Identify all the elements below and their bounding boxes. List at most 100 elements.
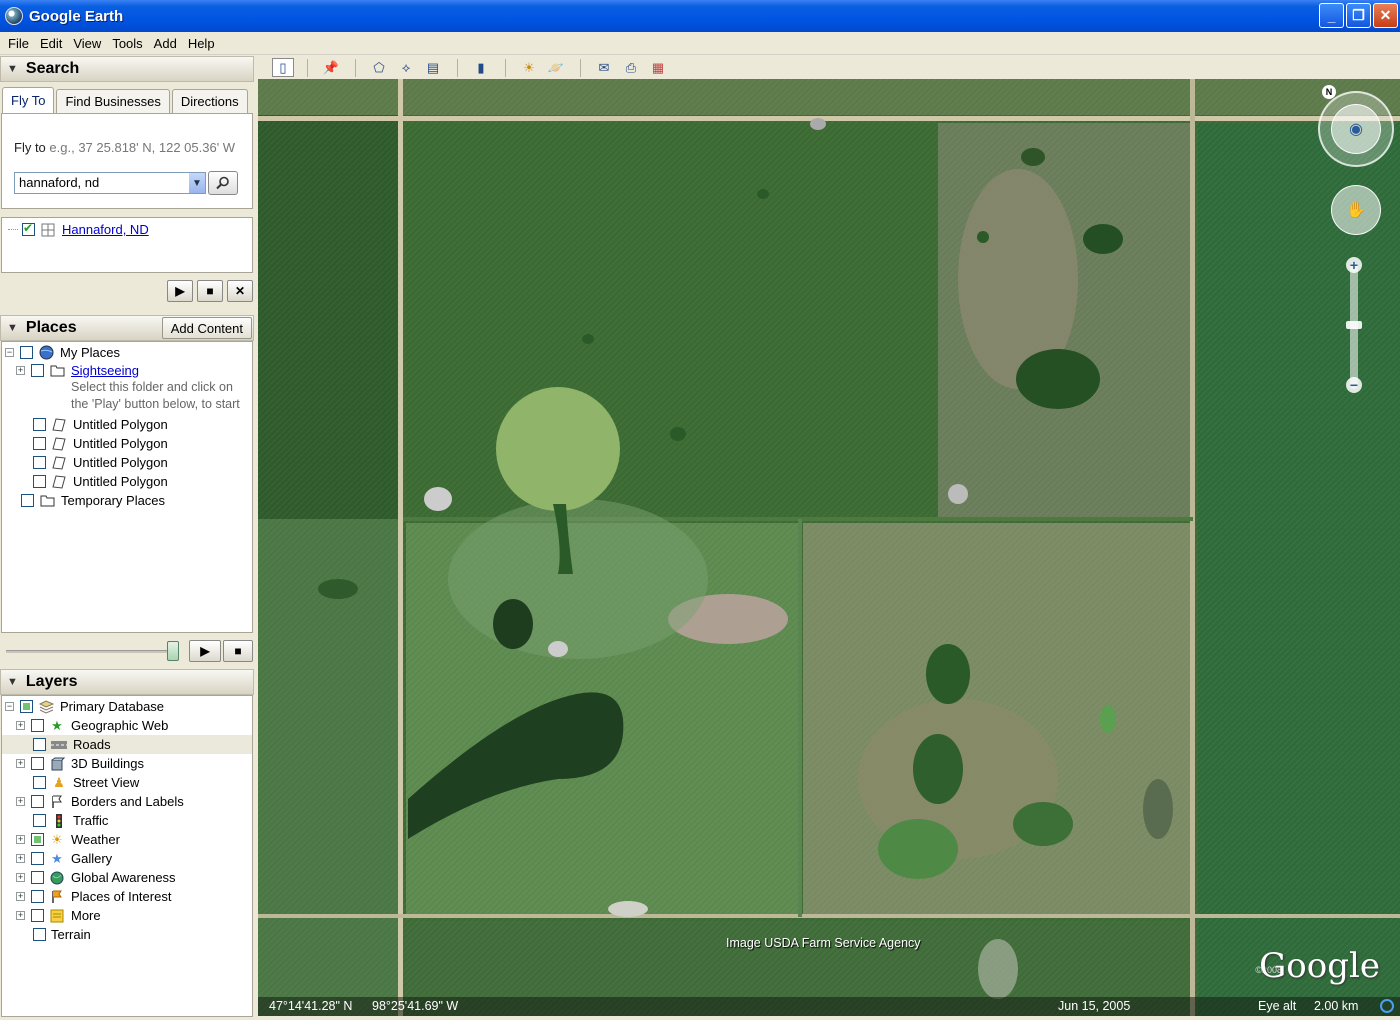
collapse-icon[interactable]: − [5, 702, 14, 711]
zoom-in-icon[interactable]: + [1346, 257, 1362, 273]
eye-icon[interactable]: ◉ [1331, 104, 1381, 154]
expand-icon[interactable]: + [16, 892, 25, 901]
sky-planet-icon[interactable]: 🪐 [545, 58, 567, 77]
layer-geographic-web[interactable]: + ★ Geographic Web [16, 716, 168, 735]
tree-item-my-places[interactable]: − My Places [5, 343, 120, 362]
tab-fly-to[interactable]: Fly To [2, 87, 55, 113]
chevron-down-icon[interactable]: ▼ [189, 173, 205, 193]
zoom-out-icon[interactable]: − [1346, 377, 1362, 393]
layer-checkbox[interactable] [33, 776, 46, 789]
layer-3d-buildings[interactable]: + 3D Buildings [16, 754, 144, 773]
expand-icon[interactable]: + [16, 759, 25, 768]
layer-roads[interactable]: Roads [2, 735, 252, 754]
layer-checkbox[interactable] [33, 928, 46, 941]
add-path-icon[interactable]: ⟡ [395, 58, 417, 77]
layer-gallery[interactable]: + ★ Gallery [16, 849, 112, 868]
map-view[interactable]: Image USDA Farm Service Agency ©2008 Goo… [258, 79, 1400, 1016]
menu-edit[interactable]: Edit [36, 36, 69, 51]
expand-icon[interactable]: + [16, 911, 25, 920]
collapse-triangle-icon[interactable]: ▼ [7, 322, 18, 334]
collapse-triangle-icon[interactable]: ▼ [7, 63, 18, 75]
tree-item-label[interactable]: Sightseeing [71, 363, 139, 378]
expand-icon[interactable]: + [16, 797, 25, 806]
expand-icon[interactable]: + [16, 873, 25, 882]
ruler-icon[interactable]: ▮ [470, 58, 492, 77]
layer-global-awareness[interactable]: + Global Awareness [16, 868, 176, 887]
search-button[interactable] [208, 171, 238, 195]
layer-checkbox[interactable] [20, 700, 33, 713]
collapse-triangle-icon[interactable]: ▼ [7, 676, 18, 688]
menu-add[interactable]: Add [150, 36, 184, 51]
tree-checkbox[interactable] [33, 437, 46, 450]
north-indicator[interactable]: N [1322, 85, 1336, 99]
google-maps-icon[interactable]: ▦ [647, 58, 669, 77]
fly-to-input[interactable]: hannaford, nd ▼ [14, 172, 206, 194]
add-content-button[interactable]: Add Content [161, 317, 252, 339]
menu-help[interactable]: Help [184, 36, 222, 51]
minimize-button[interactable]: _ [1319, 3, 1344, 28]
tree-item-temporary-places[interactable]: Temporary Places [21, 491, 165, 510]
tab-find-businesses[interactable]: Find Businesses [56, 89, 170, 113]
places-panel-header[interactable]: ▼ Places Add Content [0, 315, 254, 341]
play-icon[interactable]: ▶ [189, 640, 221, 662]
sunlight-icon[interactable]: ☀ [518, 58, 540, 77]
expand-icon[interactable]: + [16, 721, 25, 730]
tree-item-polygon[interactable]: Untitled Polygon [33, 453, 168, 472]
result-checkbox[interactable] [22, 221, 35, 236]
layer-terrain[interactable]: Terrain [33, 925, 91, 944]
layer-checkbox[interactable] [33, 814, 46, 827]
tree-checkbox[interactable] [20, 346, 33, 359]
tree-checkbox[interactable] [33, 475, 46, 488]
tree-checkbox[interactable] [31, 364, 44, 377]
tree-item-polygon[interactable]: Untitled Polygon [33, 472, 168, 491]
close-button[interactable]: ✕ [1373, 3, 1398, 28]
stop-icon[interactable]: ■ [197, 280, 223, 302]
layer-checkbox[interactable] [31, 890, 44, 903]
add-polygon-icon[interactable]: ⬠ [368, 58, 390, 77]
layer-primary-database[interactable]: − Primary Database [5, 697, 164, 716]
add-placemark-icon[interactable]: 📌 [320, 58, 342, 77]
layer-checkbox[interactable] [31, 757, 44, 770]
tree-item-polygon[interactable]: Untitled Polygon [33, 434, 168, 453]
expand-icon[interactable]: + [16, 854, 25, 863]
tree-checkbox[interactable] [33, 456, 46, 469]
layer-checkbox[interactable] [31, 719, 44, 732]
layer-checkbox[interactable] [31, 871, 44, 884]
menu-view[interactable]: View [69, 36, 108, 51]
zoom-slider-handle[interactable] [1346, 321, 1362, 329]
collapse-icon[interactable]: − [5, 348, 14, 357]
layer-traffic[interactable]: Traffic [33, 811, 108, 830]
tree-checkbox[interactable] [21, 494, 34, 507]
layer-checkbox[interactable] [31, 909, 44, 922]
expand-icon[interactable]: + [16, 366, 25, 375]
email-icon[interactable]: ✉ [593, 58, 615, 77]
tour-slider-track[interactable] [6, 650, 176, 653]
search-panel-header[interactable]: ▼ Search [0, 56, 254, 82]
layer-more[interactable]: + More [16, 906, 101, 925]
search-result-item[interactable]: Hannaford, ND [8, 220, 149, 239]
menu-tools[interactable]: Tools [108, 36, 149, 51]
tour-slider-handle[interactable] [167, 641, 179, 661]
stop-icon[interactable]: ■ [223, 640, 253, 662]
layer-checkbox[interactable] [31, 833, 44, 846]
layer-borders-labels[interactable]: + Borders and Labels [16, 792, 184, 811]
layer-places-of-interest[interactable]: + Places of Interest [16, 887, 171, 906]
layers-panel-header[interactable]: ▼ Layers [0, 669, 254, 695]
clear-icon[interactable]: ✕ [227, 280, 253, 302]
layer-checkbox[interactable] [31, 852, 44, 865]
result-link[interactable]: Hannaford, ND [62, 222, 149, 237]
print-icon[interactable]: ⎙ [620, 58, 642, 77]
expand-icon[interactable]: + [16, 835, 25, 844]
menu-file[interactable]: File [4, 36, 36, 51]
tab-directions[interactable]: Directions [171, 89, 248, 113]
layer-street-view[interactable]: ♟ Street View [33, 773, 139, 792]
play-icon[interactable]: ▶ [167, 280, 193, 302]
tree-checkbox[interactable] [33, 418, 46, 431]
layer-weather[interactable]: + ☀ Weather [16, 830, 120, 849]
tree-item-polygon[interactable]: Untitled Polygon [33, 415, 168, 434]
add-image-overlay-icon[interactable]: ▤ [422, 58, 444, 77]
tree-item-sightseeing[interactable]: + Sightseeing [16, 361, 139, 380]
layer-checkbox[interactable] [31, 795, 44, 808]
sidebar-toggle-icon[interactable]: ▯ [272, 58, 294, 77]
move-hand-icon[interactable]: ✋ [1331, 185, 1381, 235]
